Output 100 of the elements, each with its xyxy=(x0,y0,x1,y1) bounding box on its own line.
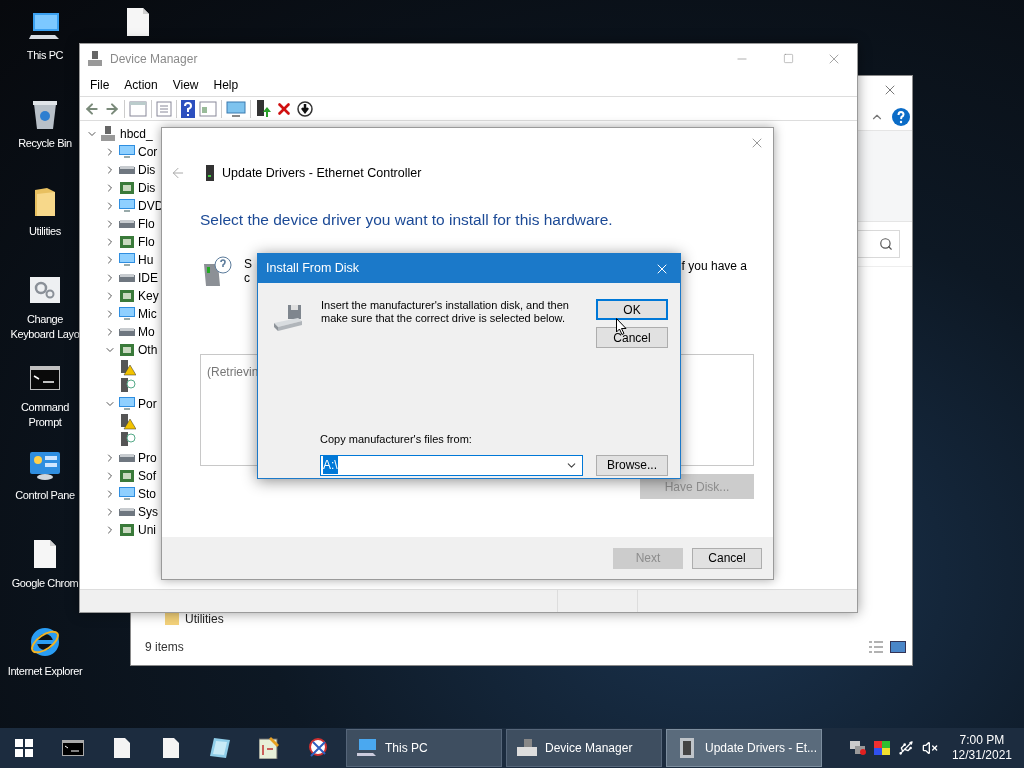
computer-icon xyxy=(88,50,102,67)
usb-icon[interactable] xyxy=(897,740,914,756)
device-icon xyxy=(680,738,694,758)
chip-icon xyxy=(119,181,135,195)
dialog-heading: Select the device driver you want to install for this hardware. xyxy=(200,211,613,228)
desktop-icon-label[interactable]: Control Pane xyxy=(15,488,75,503)
taskbar-button[interactable]: Update Drivers - Et... xyxy=(666,729,822,767)
dialog-button[interactable]: Cancel xyxy=(596,327,668,348)
monitor-icon xyxy=(119,145,135,159)
monitor-icon xyxy=(119,397,135,411)
list-placeholder: (Retrievin xyxy=(207,365,259,379)
tree-item[interactable]: hbcd_ xyxy=(120,125,153,143)
tree-item[interactable]: Dis xyxy=(138,161,156,179)
menu-item[interactable]: Help xyxy=(206,75,246,94)
tree-item[interactable]: IDE xyxy=(138,269,158,287)
drive-icon xyxy=(119,272,135,284)
monitor-icon xyxy=(119,199,135,213)
dialog-button[interactable]: Cancel xyxy=(692,547,762,569)
menu-item[interactable]: File xyxy=(83,75,117,94)
tree-item[interactable]: Sys xyxy=(138,503,158,521)
field-label: Copy manufacturer's files from: xyxy=(320,432,473,447)
computer-icon xyxy=(357,739,377,757)
thumbnail-view-icon[interactable] xyxy=(890,640,906,654)
file-icon xyxy=(127,8,149,36)
path-combo-box[interactable]: A:\ xyxy=(320,454,583,476)
status-text: 9 items xyxy=(145,639,184,656)
folder-icon xyxy=(165,612,179,626)
editor-icon[interactable] xyxy=(258,737,279,759)
description-text: f you have a xyxy=(681,258,747,275)
properties-icon[interactable] xyxy=(129,100,147,117)
gear-icon xyxy=(30,277,60,303)
network-icon[interactable] xyxy=(849,741,866,755)
control-panel-icon xyxy=(29,451,61,481)
terminal-icon[interactable] xyxy=(61,740,84,756)
windows-logo-icon xyxy=(15,739,33,757)
menu-item[interactable]: View xyxy=(165,75,206,94)
dialog-title: Install From Disk xyxy=(266,260,360,278)
monitor-icon[interactable] xyxy=(226,100,246,117)
device-icon xyxy=(206,165,214,181)
update-driver-icon[interactable] xyxy=(255,99,271,118)
monitor-icon xyxy=(119,253,135,267)
forward-icon[interactable] xyxy=(104,100,120,117)
tree-item[interactable]: Por xyxy=(138,395,157,413)
drive-icon xyxy=(119,452,135,464)
taskbar-button[interactable]: Device Manager xyxy=(506,729,662,767)
desktop-icon-label[interactable]: Command Prompt xyxy=(21,400,69,430)
details-view-icon[interactable] xyxy=(868,640,884,654)
path-value: A:\ xyxy=(323,456,338,474)
notepad-icon[interactable] xyxy=(209,738,230,758)
browser-icon xyxy=(29,626,61,658)
tree-item[interactable]: Key xyxy=(138,287,159,305)
desktop-icon-label[interactable]: Recycle Bin xyxy=(18,136,72,151)
tree-item[interactable]: Cor xyxy=(138,143,158,161)
dialog-button[interactable]: OK xyxy=(596,299,668,320)
muted-speaker-icon[interactable] xyxy=(921,740,938,756)
mouse-pointer-icon xyxy=(616,318,627,335)
monitor-icon xyxy=(119,307,135,321)
tree-item[interactable]: Uni xyxy=(138,521,156,539)
file-icon[interactable] xyxy=(113,738,130,758)
chip-icon xyxy=(119,469,135,483)
window-title: Device Manager xyxy=(110,50,198,68)
tree-item[interactable]: Flo xyxy=(138,233,155,251)
drive-icon xyxy=(119,218,135,230)
clock[interactable]: 7:00 PM 12/31/2021 xyxy=(951,733,1012,763)
drive-icon xyxy=(119,506,135,518)
tree-item[interactable]: Dis xyxy=(138,179,156,197)
list-icon[interactable] xyxy=(156,100,172,117)
help-icon[interactable] xyxy=(892,108,910,126)
tree-item[interactable]: Pro xyxy=(138,449,157,467)
file-icon[interactable] xyxy=(162,738,179,758)
back-icon[interactable] xyxy=(170,165,186,181)
tree-item[interactable]: Mo xyxy=(138,323,155,341)
desktop-icon-label[interactable]: This PC xyxy=(26,48,64,63)
dialog-title: Update Drivers - Ethernet Controller xyxy=(222,164,422,182)
tree-item[interactable]: Oth xyxy=(138,341,158,359)
search-icon xyxy=(879,237,893,251)
desktop-icon-label[interactable]: Google Chrom xyxy=(11,576,79,591)
computer-icon xyxy=(517,739,537,757)
desktop-icon-label[interactable]: Utilities xyxy=(29,224,61,239)
download-icon[interactable] xyxy=(297,100,313,117)
computer-icon xyxy=(29,11,61,41)
tree-item[interactable]: Sto xyxy=(138,485,156,503)
instruction-text: Insert the manufacturer's installation disk, and then make sure that the correct drive is selected below. xyxy=(321,299,569,326)
terminal-icon xyxy=(30,366,60,390)
tree-item[interactable]: Hu xyxy=(138,251,154,269)
desktop-icon-label[interactable]: Internet Explorer xyxy=(7,664,83,679)
tree-item[interactable]: Sof xyxy=(138,467,156,485)
help-icon[interactable] xyxy=(181,99,195,118)
menu-item[interactable]: Action xyxy=(117,75,165,94)
tree-item[interactable]: Flo xyxy=(138,215,155,233)
browse-button[interactable]: Browse... xyxy=(596,454,668,476)
tree-item[interactable]: Mic xyxy=(138,305,157,323)
taskbar-button[interactable]: This PC xyxy=(346,729,502,767)
computer-icon xyxy=(101,126,115,142)
file-name[interactable]: Utilities xyxy=(185,610,224,628)
drive-icon xyxy=(119,326,135,338)
back-icon[interactable] xyxy=(84,100,100,117)
color-display-icon[interactable] xyxy=(873,741,890,755)
desktop-icon-label[interactable]: Change Keyboard Layo xyxy=(10,312,80,342)
monitor-icon xyxy=(119,487,135,501)
